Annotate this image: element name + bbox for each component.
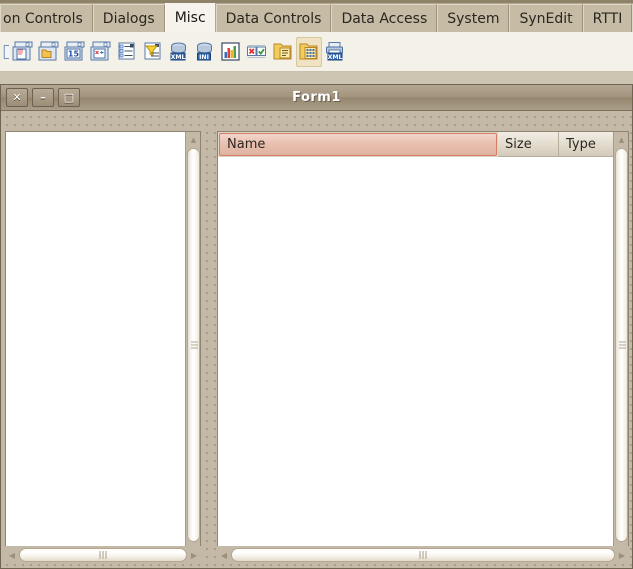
column-header-label: Type: [566, 136, 596, 152]
tab-synedit[interactable]: SynEdit: [509, 4, 583, 32]
grid-properties-icon[interactable]: [296, 36, 322, 67]
scroll-up-glyph: ▲: [618, 135, 625, 144]
form-window[interactable]: ✕ – □ Form1 ▲ ▼: [0, 84, 633, 569]
column-header-label: Name: [227, 137, 266, 152]
shell-tree-vertical-scrollbar[interactable]: ▲ ▼: [185, 132, 200, 558]
tab-label: SynEdit: [519, 10, 573, 27]
tab-label: on Controls: [3, 10, 83, 27]
xml-propstorage-icon[interactable]: XML: [166, 37, 192, 67]
scroll-thumb[interactable]: [231, 548, 615, 562]
maximize-icon[interactable]: □: [58, 88, 80, 107]
filter-icon[interactable]: [140, 37, 166, 67]
tab-label: System: [447, 10, 500, 27]
tab-label: Dialogs: [102, 10, 155, 27]
checkbox-validate-icon[interactable]: [244, 37, 270, 67]
window-controls[interactable]: ✕ – □: [1, 88, 80, 107]
tab-on-controls[interactable]: on Controls: [0, 4, 93, 32]
scroll-grip: [99, 551, 107, 559]
scroll-left-icon[interactable]: ◀: [217, 548, 231, 562]
maximize-glyph: □: [63, 91, 75, 104]
scroll-left-icon[interactable]: ◀: [5, 548, 19, 562]
scroll-right-glyph: ▶: [190, 550, 198, 560]
scroll-grip: [419, 551, 427, 559]
column-header-label: Size: [505, 136, 532, 152]
scroll-left-glyph: ◀: [220, 550, 228, 560]
svg-text:INI: INI: [199, 53, 209, 60]
tab-rtti[interactable]: RTTI: [582, 4, 633, 32]
tab-system[interactable]: System: [437, 4, 510, 32]
scroll-up-glyph: ▲: [190, 135, 197, 144]
form-client-area[interactable]: ▲ ▼ Name Size: [1, 111, 632, 568]
tab-label: Data Access: [341, 10, 428, 27]
ini-propstorage-icon[interactable]: INI: [192, 37, 218, 67]
scroll-grip: [191, 341, 198, 349]
designer-window: on Controls Dialogs Misc Data Controls D…: [0, 0, 633, 569]
calendar-dialog-icon[interactable]: 15: [62, 37, 88, 67]
shell-list-view-content[interactable]: Name Size Type: [218, 132, 628, 558]
column-header-name[interactable]: Name: [219, 133, 497, 156]
tab-label: Misc: [174, 9, 206, 26]
properties-list-icon[interactable]: [270, 37, 296, 67]
close-icon[interactable]: ✕: [6, 88, 28, 107]
scroll-grip: [619, 341, 626, 349]
scroll-up-icon[interactable]: ▲: [186, 132, 201, 147]
scroll-right-icon[interactable]: ▶: [615, 548, 629, 562]
dialog-partial-icon[interactable]: [0, 37, 10, 67]
tab-label: RTTI: [592, 10, 623, 27]
shell-list-view[interactable]: Name Size Type ▲: [217, 131, 629, 559]
calculator-dialog-icon[interactable]: [88, 37, 114, 67]
form-titlebar[interactable]: ✕ – □ Form1: [1, 85, 632, 111]
svg-text:15: 15: [68, 49, 80, 58]
scroll-right-glyph: ▶: [618, 550, 626, 560]
xml-export-icon[interactable]: XML: [322, 37, 348, 67]
scroll-thumb[interactable]: [187, 148, 200, 542]
minimize-icon[interactable]: –: [32, 88, 54, 107]
form-title: Form1: [292, 90, 341, 105]
close-glyph: ✕: [12, 91, 22, 104]
listbox-icon[interactable]: [114, 37, 140, 67]
svg-text:XML: XML: [328, 53, 343, 60]
minimize-glyph: –: [40, 91, 46, 104]
component-palette-tabbar[interactable]: on Controls Dialogs Misc Data Controls D…: [0, 0, 633, 32]
open-dialog-icon[interactable]: [10, 37, 36, 67]
shell-tree-view[interactable]: ▲ ▼: [5, 131, 201, 559]
listview-header[interactable]: Name Size Type: [218, 132, 628, 157]
chart-icon[interactable]: [218, 37, 244, 67]
shell-tree-horizontal-scrollbar[interactable]: ◀ ▶: [5, 546, 201, 564]
tab-dialogs[interactable]: Dialogs: [92, 4, 165, 32]
listview-body[interactable]: [218, 157, 628, 558]
save-dialog-icon[interactable]: [36, 37, 62, 67]
scroll-up-icon[interactable]: ▲: [614, 132, 629, 147]
tab-data-access[interactable]: Data Access: [331, 4, 438, 32]
scroll-left-glyph: ◀: [8, 550, 16, 560]
tab-data-controls[interactable]: Data Controls: [215, 4, 332, 32]
scroll-thumb[interactable]: [19, 548, 187, 562]
column-header-type[interactable]: Type: [559, 132, 615, 157]
shell-list-vertical-scrollbar[interactable]: ▲ ▼: [613, 132, 628, 558]
shell-list-horizontal-scrollbar[interactable]: ◀ ▶: [217, 546, 629, 564]
svg-text:XML: XML: [171, 53, 186, 60]
column-header-size[interactable]: Size: [498, 132, 559, 157]
tab-label: Data Controls: [225, 10, 322, 27]
scroll-thumb[interactable]: [615, 148, 628, 542]
shell-tree-view-content[interactable]: [6, 132, 200, 558]
component-palette-toolbar[interactable]: 15 XML INI XML: [0, 32, 633, 72]
tab-misc[interactable]: Misc: [164, 3, 216, 32]
scroll-right-icon[interactable]: ▶: [187, 548, 201, 562]
